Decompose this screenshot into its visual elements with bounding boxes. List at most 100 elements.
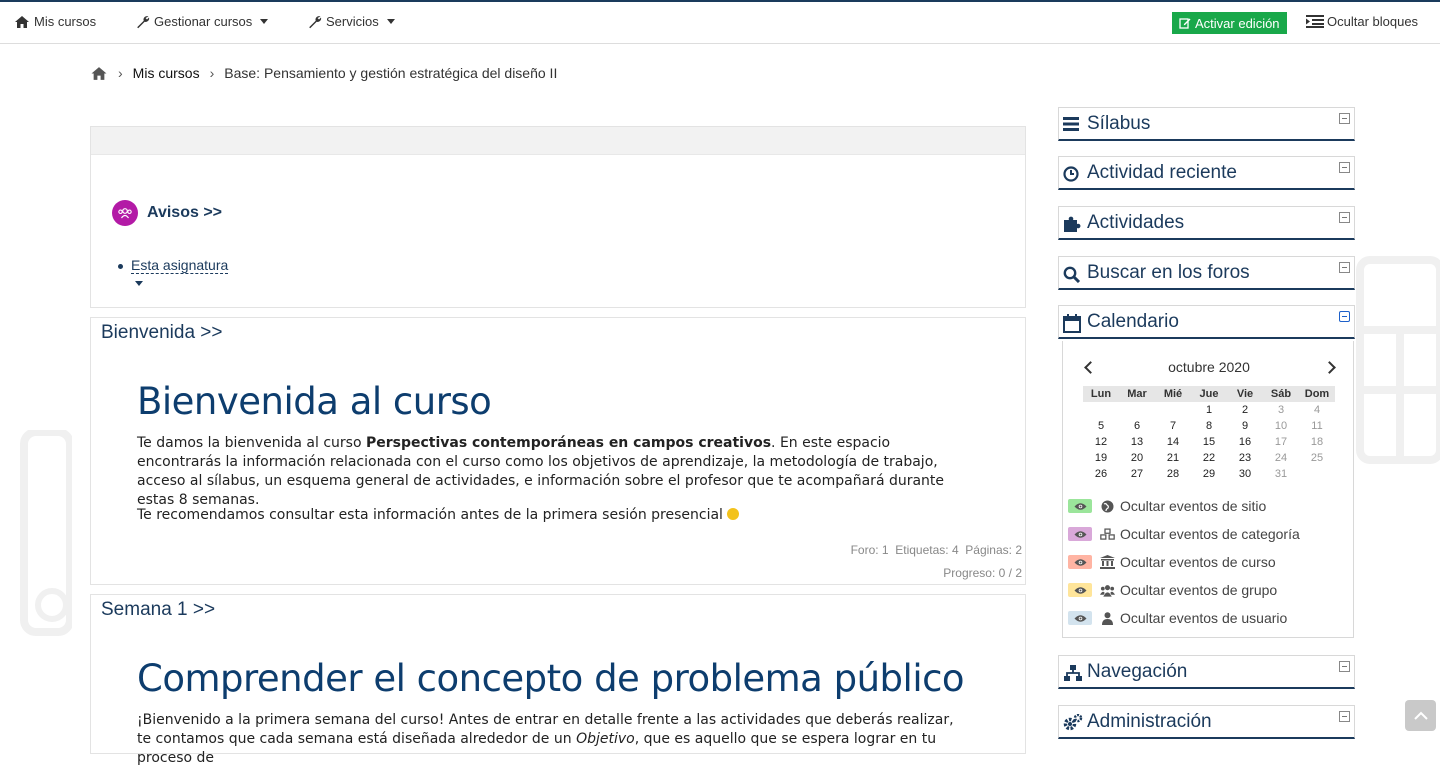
legend-label[interactable]: Ocultar eventos de sitio xyxy=(1120,498,1266,514)
calendar-day[interactable]: 23 xyxy=(1227,450,1263,466)
calendar-day[interactable]: 25 xyxy=(1299,450,1335,466)
calendar-weekday: Sáb xyxy=(1270,388,1292,400)
calendar-legend-item[interactable]: Ocultar eventos de categoría xyxy=(1068,520,1300,548)
collapse-toggle-icon[interactable] xyxy=(1339,711,1350,722)
section-welcome: Bienvenida >> Bienvenida al curso Te dam… xyxy=(90,317,1026,585)
calendar-icon xyxy=(1063,314,1081,333)
calendar-day[interactable]: 8 xyxy=(1191,418,1227,434)
block-title: Buscar en los foros xyxy=(1087,262,1250,283)
search-icon xyxy=(1063,266,1081,283)
collapse-toggle-icon[interactable] xyxy=(1339,262,1350,273)
background-decoration xyxy=(1356,256,1440,464)
sitemap-icon xyxy=(1064,665,1082,681)
eye-icon[interactable] xyxy=(1068,611,1092,625)
chevron-down-icon xyxy=(386,19,395,24)
calendar-day[interactable]: 3 xyxy=(1263,402,1299,418)
cogs-icon xyxy=(1063,714,1083,731)
calendar-legend-item[interactable]: Ocultar eventos de grupo xyxy=(1068,576,1300,604)
top-navbar: Mis cursos Gestionar cursos Servicios Ac… xyxy=(0,0,1440,44)
calendar-legend-item[interactable]: Ocultar eventos de usuario xyxy=(1068,604,1300,632)
nav-manage-courses[interactable]: Gestionar cursos xyxy=(136,14,269,29)
section-paragraph: Te damos la bienvenida al curso Perspect… xyxy=(137,434,967,510)
eye-icon[interactable] xyxy=(1068,527,1092,541)
calendar-day[interactable]: 10 xyxy=(1263,418,1299,434)
enable-editing-button[interactable]: Activar edición xyxy=(1172,12,1287,34)
edit-icon xyxy=(1179,18,1191,29)
legend-label[interactable]: Ocultar eventos de grupo xyxy=(1120,582,1277,598)
chevron-up-icon xyxy=(1413,711,1428,720)
calendar-day[interactable]: 30 xyxy=(1227,466,1263,482)
calendar-day[interactable]: 9 xyxy=(1227,418,1263,434)
block-navigation[interactable]: Navegación xyxy=(1058,655,1355,689)
calendar-day[interactable]: 7 xyxy=(1155,418,1191,434)
hide-blocks-label: Ocultar bloques xyxy=(1327,14,1419,29)
legend-label[interactable]: Ocultar eventos de categoría xyxy=(1120,526,1300,542)
block-title: Calendario xyxy=(1087,311,1179,332)
block-activities[interactable]: Actividades xyxy=(1058,206,1355,240)
calendar-week-row: 5 6 7 8 9 10 11 xyxy=(1083,418,1335,434)
calendar-day[interactable]: 1 xyxy=(1191,402,1227,418)
calendar-legend-item[interactable]: Ocultar eventos de curso xyxy=(1068,548,1300,576)
hide-blocks-button[interactable]: Ocultar bloques xyxy=(1306,14,1418,29)
block-silabus[interactable]: Sílabus xyxy=(1058,107,1355,141)
calendar-week-row: 19 20 21 22 23 24 25 xyxy=(1083,450,1335,466)
legend-label[interactable]: Ocultar eventos de curso xyxy=(1120,554,1276,570)
nav-services[interactable]: Servicios xyxy=(308,14,395,29)
calendar-month-title: octubre 2020 xyxy=(1168,359,1250,375)
calendar-day[interactable]: 15 xyxy=(1191,434,1227,450)
calendar-day[interactable]: 20 xyxy=(1119,450,1155,466)
calendar-legend-item[interactable]: Ocultar eventos de sitio xyxy=(1068,492,1300,520)
calendar-day[interactable]: 24 xyxy=(1263,450,1299,466)
calendar-day[interactable]: 11 xyxy=(1299,418,1335,434)
collapse-toggle-icon[interactable] xyxy=(1339,113,1350,124)
block-search-forums[interactable]: Buscar en los foros xyxy=(1058,256,1355,290)
block-calendar[interactable]: Calendario xyxy=(1058,305,1355,339)
calendar-day[interactable]: 17 xyxy=(1263,434,1299,450)
collapse-toggle-icon[interactable] xyxy=(1339,311,1350,322)
block-administration[interactable]: Administración xyxy=(1058,705,1355,739)
calendar-day[interactable]: 28 xyxy=(1155,466,1191,482)
section-title-link[interactable]: Semana 1 >> xyxy=(101,599,215,621)
collapse-toggle-icon[interactable] xyxy=(1339,162,1350,173)
section-stats: Foro: 1 Etiquetas: 4 Páginas: 2 xyxy=(850,543,1022,557)
collapse-toggle-icon[interactable] xyxy=(1339,661,1350,672)
legend-label[interactable]: Ocultar eventos de usuario xyxy=(1120,610,1287,626)
calendar-weekday: Dom xyxy=(1304,388,1330,400)
block-title: Navegación xyxy=(1087,661,1188,682)
calendar-day[interactable]: 27 xyxy=(1119,466,1155,482)
user-icon xyxy=(1100,611,1115,625)
calendar-day[interactable]: 16 xyxy=(1227,434,1263,450)
nav-my-courses[interactable]: Mis cursos xyxy=(14,14,96,29)
calendar-day[interactable]: 6 xyxy=(1119,418,1155,434)
bullet xyxy=(118,264,123,269)
calendar-day[interactable]: 31 xyxy=(1263,466,1299,482)
calendar-day[interactable]: 2 xyxy=(1227,402,1263,418)
calendar-day[interactable]: 19 xyxy=(1083,450,1119,466)
block-recent-activity[interactable]: Actividad reciente xyxy=(1058,156,1355,190)
nav-services-label: Servicios xyxy=(326,14,379,29)
caret-down-icon[interactable] xyxy=(135,281,143,286)
collapse-toggle-icon[interactable] xyxy=(1339,212,1350,223)
calendar-day[interactable]: 5 xyxy=(1083,418,1119,434)
home-icon[interactable] xyxy=(90,66,108,81)
calendar-weekday: Mié xyxy=(1163,388,1183,400)
calendar-day[interactable]: 29 xyxy=(1191,466,1227,482)
calendar-day[interactable]: 26 xyxy=(1083,466,1119,482)
section-title-link[interactable]: Bienvenida >> xyxy=(101,322,223,344)
eye-icon[interactable] xyxy=(1068,583,1092,597)
nav-manage-courses-label: Gestionar cursos xyxy=(154,14,253,29)
calendar-day[interactable]: 4 xyxy=(1299,402,1335,418)
calendar-day[interactable]: 22 xyxy=(1191,450,1227,466)
avisos-forum-link[interactable]: Avisos >> xyxy=(112,200,222,226)
scroll-to-top-button[interactable] xyxy=(1405,700,1436,731)
eye-icon[interactable] xyxy=(1068,555,1092,569)
calendar-day[interactable]: 13 xyxy=(1119,434,1155,450)
calendar-day[interactable]: 18 xyxy=(1299,434,1335,450)
calendar-day[interactable]: 14 xyxy=(1155,434,1191,450)
calendar-day[interactable]: 12 xyxy=(1083,434,1119,450)
calendar-day[interactable]: 21 xyxy=(1155,450,1191,466)
calendar-day xyxy=(1299,466,1335,482)
breadcrumb-my-courses[interactable]: Mis cursos xyxy=(133,65,200,81)
esta-asignatura-link[interactable]: Esta asignatura xyxy=(131,257,229,274)
eye-icon[interactable] xyxy=(1068,499,1092,513)
